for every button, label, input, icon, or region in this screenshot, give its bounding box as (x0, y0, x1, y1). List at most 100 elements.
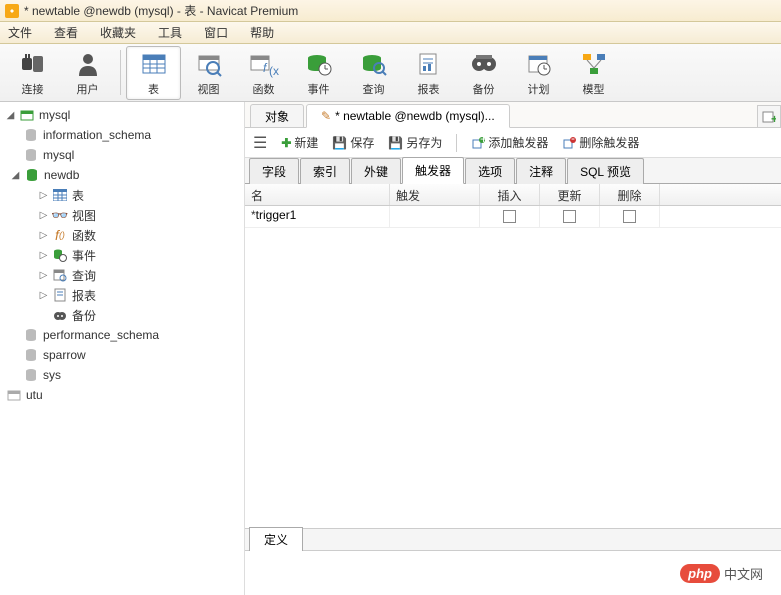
database-icon (23, 167, 41, 183)
tree-db-sys[interactable]: sys (0, 365, 244, 385)
plus-icon: ✚ (281, 136, 291, 150)
action-del-trigger[interactable]: -删除触发器 (562, 134, 639, 151)
query-icon (51, 267, 69, 283)
tree-backups[interactable]: ▷ 备份 (0, 305, 244, 325)
subtab-indexes[interactable]: 索引 (300, 158, 350, 184)
tool-table[interactable]: 表 (126, 46, 181, 100)
subtab-options[interactable]: 选项 (465, 158, 515, 184)
checkbox[interactable] (563, 210, 576, 223)
tool-backup[interactable]: 备份 (456, 46, 511, 100)
tree-tables[interactable]: ▷ 表 (0, 185, 244, 205)
svg-text:(x): (x) (269, 64, 279, 78)
fx-icon: f() (51, 227, 69, 243)
save-icon: 💾 (332, 136, 347, 150)
col-insert[interactable]: 插入 (480, 184, 540, 205)
checkbox[interactable] (623, 210, 636, 223)
backup-icon (51, 307, 69, 323)
expand-icon[interactable]: ▷ (38, 270, 49, 281)
action-save[interactable]: 💾保存 (332, 134, 374, 151)
tool-view[interactable]: 视图 (181, 46, 236, 100)
menu-view[interactable]: 查看 (54, 24, 78, 41)
menu-window[interactable]: 窗口 (204, 24, 228, 41)
tool-report[interactable]: 报表 (401, 46, 456, 100)
menu-tools[interactable]: 工具 (158, 24, 182, 41)
tree-queries[interactable]: ▷ 查询 (0, 265, 244, 285)
tree-reports[interactable]: ▷ 报表 (0, 285, 244, 305)
tree-events[interactable]: ▷ 事件 (0, 245, 244, 265)
tree-db-newdb[interactable]: ◢ newdb (0, 165, 244, 185)
event-icon (51, 247, 69, 263)
tree-db-mysql[interactable]: mysql (0, 145, 244, 165)
svg-text:-: - (571, 136, 575, 145)
subtab-foreignkeys[interactable]: 外键 (351, 158, 401, 184)
col-update[interactable]: 更新 (540, 184, 600, 205)
tool-event[interactable]: 事件 (291, 46, 346, 100)
expand-icon[interactable]: ▷ (38, 210, 49, 221)
tool-user[interactable]: 用户 (60, 46, 115, 100)
action-add-trigger[interactable]: +添加触发器 (471, 134, 548, 151)
expand-icon[interactable]: ▷ (38, 190, 49, 201)
tool-function[interactable]: f(x) 函数 (236, 46, 291, 100)
tool-query[interactable]: 查询 (346, 46, 401, 100)
sidebar-tree[interactable]: ◢ mysql information_schema mysql ◢ newdb… (0, 102, 245, 595)
deftab-definition[interactable]: 定义 (249, 527, 303, 551)
expand-icon[interactable]: ▷ (38, 290, 49, 301)
add-tab-button[interactable]: + (757, 105, 781, 127)
checkbox[interactable] (503, 210, 516, 223)
tree-functions[interactable]: ▷ f() 函数 (0, 225, 244, 245)
expand-icon[interactable]: ▷ (38, 230, 49, 241)
subtab-triggers[interactable]: 触发器 (402, 157, 464, 184)
watermark-badge: php (680, 564, 720, 583)
table-row[interactable]: *trigger1 (245, 206, 781, 228)
backup-icon (469, 49, 499, 79)
database-icon (22, 147, 40, 163)
add-field-icon: + (471, 136, 485, 150)
tab-objects[interactable]: 对象 (250, 104, 304, 128)
menu-file[interactable]: 文件 (8, 24, 32, 41)
subtab-comment[interactable]: 注释 (516, 158, 566, 184)
cell-delete[interactable] (600, 206, 660, 227)
database-icon (22, 327, 40, 343)
expand-icon[interactable]: ▷ (38, 250, 49, 261)
hamburger-icon[interactable]: ☰ (253, 133, 267, 153)
tool-schedule[interactable]: 计划 (511, 46, 566, 100)
cell-update[interactable] (540, 206, 600, 227)
tool-connection[interactable]: 连接 (5, 46, 60, 100)
collapse-icon[interactable]: ◢ (10, 170, 21, 181)
col-trigger[interactable]: 触发 (390, 184, 480, 205)
window-title: * newtable @newdb (mysql) - 表 - Navicat … (24, 2, 776, 19)
cell-name[interactable]: *trigger1 (245, 206, 390, 227)
tree-root-utu[interactable]: utu (0, 385, 244, 405)
del-field-icon: - (562, 136, 576, 150)
subtab-fields[interactable]: 字段 (249, 158, 299, 184)
user-icon (73, 49, 103, 79)
content-area: 对象 ✎ * newtable @newdb (mysql)... + ☰ ✚新… (245, 102, 781, 595)
database-icon (22, 127, 40, 143)
cell-trigger[interactable] (390, 206, 480, 227)
cell-insert[interactable] (480, 206, 540, 227)
svg-text:+: + (771, 112, 776, 124)
menu-favorites[interactable]: 收藏夹 (100, 24, 136, 41)
title-bar: * newtable @newdb (mysql) - 表 - Navicat … (0, 0, 781, 22)
action-bar: ☰ ✚新建 💾保存 💾另存为 +添加触发器 -删除触发器 (245, 128, 781, 158)
tree-db-sparrow[interactable]: sparrow (0, 345, 244, 365)
tool-model[interactable]: 模型 (566, 46, 621, 100)
tree-root-mysql[interactable]: ◢ mysql (0, 105, 244, 125)
tree-db-information-schema[interactable]: information_schema (0, 125, 244, 145)
sub-tabs: 字段 索引 外键 触发器 选项 注释 SQL 预览 (245, 158, 781, 184)
tree-db-performance-schema[interactable]: performance_schema (0, 325, 244, 345)
view-icon: 👓 (51, 207, 69, 223)
trigger-grid[interactable]: 名 触发 插入 更新 删除 *trigger1 (245, 184, 781, 528)
action-new[interactable]: ✚新建 (281, 134, 318, 151)
pencil-icon: ✎ (321, 109, 331, 123)
collapse-icon[interactable]: ◢ (5, 110, 16, 121)
table-icon (51, 187, 69, 203)
grid-header: 名 触发 插入 更新 删除 (245, 184, 781, 206)
action-saveas[interactable]: 💾另存为 (388, 134, 442, 151)
subtab-sqlpreview[interactable]: SQL 预览 (567, 158, 644, 184)
col-delete[interactable]: 删除 (600, 184, 660, 205)
tree-views[interactable]: ▷ 👓 视图 (0, 205, 244, 225)
menu-help[interactable]: 帮助 (250, 24, 274, 41)
col-name[interactable]: 名 (245, 184, 390, 205)
tab-newtable[interactable]: ✎ * newtable @newdb (mysql)... (306, 104, 510, 128)
